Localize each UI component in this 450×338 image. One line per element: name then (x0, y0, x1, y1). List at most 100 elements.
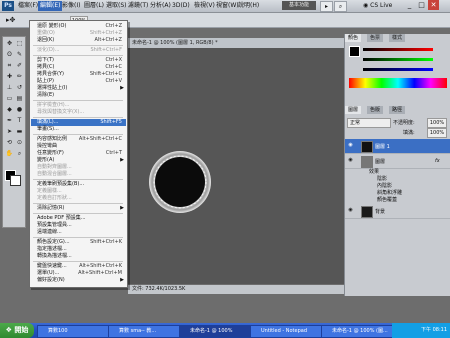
edit-menu-item[interactable]: 預設集管理員... (31, 222, 126, 229)
layers-panel-tab-0[interactable]: 圖層 (345, 106, 362, 114)
effect-item[interactable]: 顏色覆蓋 (377, 197, 397, 203)
eyedropper-tool-icon[interactable]: ✐ (15, 62, 24, 70)
taskbar-item[interactable]: 算數100 (37, 325, 109, 338)
edit-menu-item[interactable]: 清除(E) (31, 92, 126, 99)
edit-menu-item[interactable]: 定義筆刷預設集(B)... (31, 181, 126, 188)
lasso-tool-icon[interactable]: ʘ (5, 51, 14, 59)
color-ramp[interactable] (349, 78, 447, 88)
edit-menu-item[interactable]: 偏好設定(N) ▶ (31, 277, 126, 284)
quick-select-tool-icon[interactable]: ✎ (15, 51, 24, 59)
move-tool-icon[interactable]: ✥ (5, 40, 14, 48)
taskbar-item[interactable]: 未命名-1 @ 100% (圖... (321, 325, 393, 338)
edit-menu-item[interactable]: 鍵盤快速鍵... Alt+Shift+Ctrl+K (31, 263, 126, 270)
type-tool-icon[interactable]: T (15, 117, 24, 125)
search-button[interactable]: ⌕ (334, 1, 347, 12)
edit-menu-item[interactable]: 拷貝(C) Ctrl+C (31, 64, 126, 71)
3d-camera-tool-icon[interactable]: ⊙ (15, 139, 24, 147)
edit-menu-item[interactable]: 筆畫(S)... (31, 126, 126, 133)
marquee-tool-icon[interactable]: ⬚ (15, 40, 24, 48)
green-slider[interactable] (363, 58, 433, 61)
zoom-tool-icon[interactable]: ⌕ (15, 150, 24, 158)
edit-menu-item[interactable]: 選擇性貼上(I) ▶ (31, 85, 126, 92)
mini-bridge-button[interactable]: ▸ (320, 1, 333, 12)
effect-item[interactable]: 內陰影 (377, 183, 392, 189)
fx-badge-icon[interactable]: fx (435, 158, 440, 164)
menu-7[interactable]: 3D(D) (170, 1, 192, 11)
effect-item[interactable]: 斜角和浮雕 (377, 190, 402, 196)
visibility-eye-icon[interactable]: ◉ (347, 142, 354, 149)
red-slider[interactable] (363, 48, 433, 51)
eraser-tool-icon[interactable]: ▭ (5, 95, 14, 103)
color-panel-tab-0[interactable]: 顏色 (345, 34, 362, 42)
menu-item-label: 清除(E) (37, 92, 55, 98)
layer-row[interactable]: ◉ 圖層 fx (345, 154, 450, 169)
menu-5[interactable]: 濾鏡(T) (126, 1, 150, 11)
stamp-tool-icon[interactable]: ⊥ (5, 84, 14, 92)
edit-menu-item[interactable]: 剪下(T) Ctrl+X (31, 57, 126, 64)
taskbar-item[interactable]: 未命名-1 @ 100% (179, 325, 251, 338)
edit-menu-item[interactable]: 操控彎曲 (31, 143, 126, 150)
taskbar-item[interactable]: 算數 sma-- 教... (108, 325, 180, 338)
gradient-tool-icon[interactable]: ▤ (15, 95, 24, 103)
cs-live-button[interactable]: ◉ CS Live (363, 1, 392, 11)
hand-tool-icon[interactable]: ✋ (5, 150, 14, 158)
edit-menu-item[interactable]: Adobe PDF 預設集... (31, 215, 126, 222)
background-color-swatch[interactable] (10, 175, 21, 186)
visibility-eye-icon[interactable]: ◉ (347, 157, 354, 164)
effect-item[interactable]: 陰影 (377, 176, 387, 182)
close-button[interactable]: ✕ (428, 0, 439, 10)
history-brush-icon[interactable]: ↺ (15, 84, 24, 92)
workspace-button[interactable]: 基本功能 (282, 1, 316, 10)
blue-slider[interactable] (363, 68, 433, 71)
edit-menu-item[interactable]: 清除記憶(R) ▶ (31, 205, 126, 212)
edit-menu-item[interactable]: 遠端連線... (31, 229, 126, 236)
edit-menu-item[interactable]: 選單(U)... Alt+Shift+Ctrl+M (31, 270, 126, 277)
edit-menu-item[interactable]: 顏色設定(G)... Shift+Ctrl+K (31, 239, 126, 246)
move-tool-option-icon[interactable]: ▸✥ (6, 16, 15, 24)
panel-fg-swatch[interactable] (349, 46, 360, 57)
taskbar-item[interactable]: Untitled - Notepad (250, 325, 322, 338)
menu-item-label: 拷貝合併(Y) (37, 71, 64, 77)
3d-rotate-tool-icon[interactable]: ⟲ (5, 139, 14, 147)
menu-2[interactable]: 影像(I) (60, 1, 82, 11)
visibility-eye-icon[interactable]: ◉ (347, 207, 354, 214)
layer-row[interactable]: ◉ 背景 (345, 204, 450, 219)
dodge-tool-icon[interactable]: ● (15, 106, 24, 114)
edit-menu-item[interactable]: 轉換為描述檔... (31, 253, 126, 260)
color-panel-tab-1[interactable]: 色票 (367, 34, 384, 42)
brush-tool-icon[interactable]: ✏ (15, 73, 24, 81)
layer-row[interactable]: ◉ 圖層 1 (345, 139, 450, 154)
blend-mode-select[interactable]: 正常 (347, 118, 391, 128)
healing-tool-icon[interactable]: ✚ (5, 73, 14, 81)
menu-1[interactable]: 編輯(E) (38, 1, 63, 11)
edit-menu-item[interactable]: 貼上(P) Ctrl+V (31, 78, 126, 85)
blur-tool-icon[interactable]: ◆ (5, 106, 14, 114)
minimize-button[interactable]: _ (404, 0, 415, 10)
edit-menu-item[interactable]: 任意變形(F) Ctrl+T (31, 150, 126, 157)
edit-menu-item[interactable]: 還原 變形(O) Ctrl+Z (31, 23, 126, 30)
canvas[interactable] (128, 48, 346, 284)
fill-field[interactable]: 100% (427, 128, 447, 138)
layers-panel-tab-1[interactable]: 色版 (367, 106, 384, 114)
edit-menu-item[interactable]: 退回(K) Alt+Ctrl+Z (31, 37, 126, 44)
color-panel-tab-2[interactable]: 樣式 (389, 34, 406, 42)
edit-menu-item[interactable]: 指定描述檔... (31, 246, 126, 253)
pen-tool-icon[interactable]: ✒ (5, 117, 14, 125)
start-button[interactable]: ❖ 開始 (0, 323, 34, 338)
document-tab[interactable]: 未命名-1 @ 100% (圖層 1, RGB/8) * (128, 38, 352, 48)
menu-0[interactable]: 檔案(F) (16, 1, 40, 11)
path-select-tool-icon[interactable]: ➤ (5, 128, 14, 136)
menu-3[interactable]: 圖層(L) (82, 1, 106, 11)
menu-10[interactable]: 說明(H) (236, 1, 261, 11)
edit-menu-item[interactable]: 填滿(L)... Shift+F5 (31, 119, 126, 126)
shape-tool-icon[interactable]: ▬ (15, 128, 24, 136)
edit-menu-item[interactable]: 變形(A) ▶ (31, 157, 126, 164)
opacity-field[interactable]: 100% (427, 118, 447, 128)
restore-button[interactable]: □ (416, 0, 427, 10)
edit-menu-item[interactable]: 拷貝合併(Y) Shift+Ctrl+C (31, 71, 126, 78)
menu-4[interactable]: 選取(S) (104, 1, 129, 11)
menu-item-label: 自動對齊圖層... (37, 164, 72, 170)
layers-panel-tab-2[interactable]: 路徑 (389, 106, 406, 114)
crop-tool-icon[interactable]: ⌗ (5, 62, 14, 70)
edit-menu-item[interactable]: 內容感知比例 Alt+Shift+Ctrl+C (31, 136, 126, 143)
